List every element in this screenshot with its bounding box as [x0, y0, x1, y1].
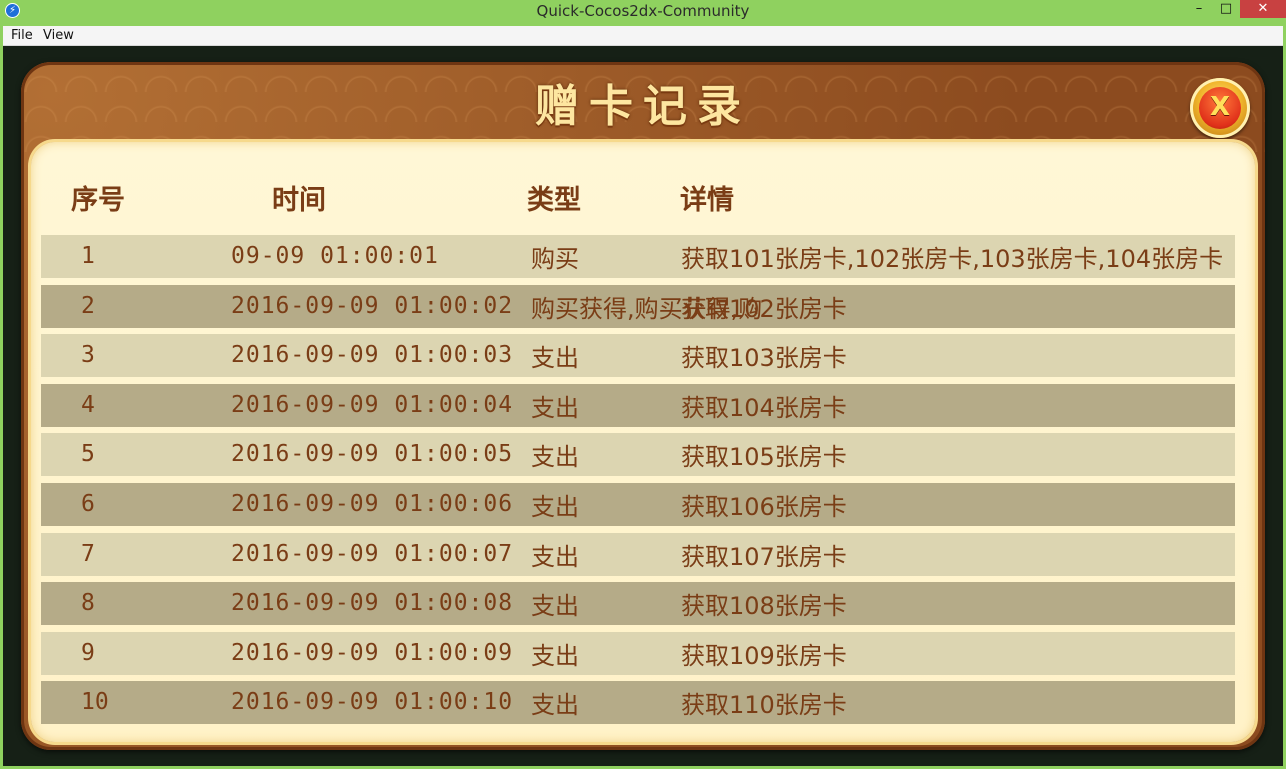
- dialog-title: 赠卡记录: [535, 81, 751, 132]
- row-type: 支出: [531, 493, 579, 521]
- row-number: 10: [81, 689, 109, 716]
- maximize-button[interactable]: □: [1216, 0, 1236, 18]
- row-number: 6: [81, 491, 95, 517]
- row-type: 支出: [531, 393, 579, 422]
- close-window-button[interactable]: ✕: [1240, 0, 1286, 18]
- row-number: 3: [81, 342, 95, 369]
- row-type: 支出: [531, 542, 579, 571]
- window-title: Quick-Cocos2dx-Community: [536, 2, 750, 20]
- row-detail: 获取109张房卡: [681, 641, 847, 670]
- row-detail: 获取101张房卡,102张房卡,103张房卡,104张房卡: [681, 245, 1224, 273]
- row-time: 2016-09-09 01:00:02: [231, 292, 514, 319]
- close-dialog-button[interactable]: X: [1190, 78, 1250, 138]
- table-row: 9 2016-09-09 01:00:09 支出 获取109张房卡: [41, 631, 1235, 675]
- row-type: 支出: [531, 641, 579, 670]
- menu-file[interactable]: File: [11, 28, 33, 43]
- row-time: 09-09 01:00:01: [231, 243, 439, 269]
- minimize-button[interactable]: –: [1189, 0, 1209, 18]
- header-type: 类型: [527, 185, 581, 216]
- row-type: 支出: [531, 344, 579, 373]
- row-type: 购买: [531, 245, 579, 273]
- row-detail: 获取103张房卡: [681, 344, 847, 373]
- row-time: 2016-09-09 01:00:07: [231, 540, 514, 567]
- row-time: 2016-09-09 01:00:10: [231, 689, 514, 716]
- row-time: 2016-09-09 01:00:03: [231, 342, 514, 369]
- row-number: 9: [81, 639, 95, 666]
- row-number: 1: [81, 243, 95, 269]
- row-time: 2016-09-09 01:00:09: [231, 639, 514, 666]
- row-detail: 获取107张房卡: [681, 542, 847, 571]
- table-row: 1 09-09 01:00:01 购买 获取101张房卡,102张房卡,103张房卡,…: [41, 235, 1235, 278]
- row-detail: 获取102张房卡: [681, 294, 847, 323]
- table-row: 7 2016-09-09 01:00:07 支出 获取107张房卡: [41, 532, 1235, 576]
- row-detail: 获取110张房卡: [681, 691, 847, 720]
- row-number: 2: [81, 292, 95, 319]
- row-detail: 获取105张房卡: [681, 443, 847, 472]
- header-number: 序号: [71, 185, 125, 216]
- header-detail: 详情: [680, 185, 734, 216]
- header-time: 时间: [272, 185, 326, 216]
- row-detail: 获取106张房卡: [681, 493, 847, 521]
- table-row: 8 2016-09-09 01:00:08 支出 获取108张房卡: [41, 582, 1235, 626]
- table-row: 10 2016-09-09 01:00:10 支出 获取110张房卡: [41, 681, 1235, 725]
- row-time: 2016-09-09 01:00:08: [231, 590, 514, 617]
- menu-view[interactable]: View: [43, 28, 74, 43]
- close-x-label: X: [1209, 92, 1231, 122]
- close-icon: X: [1199, 87, 1241, 129]
- row-time: 2016-09-09 01:00:06: [231, 491, 514, 517]
- row-type: 支出: [531, 592, 579, 621]
- row-type: 支出: [531, 691, 579, 720]
- row-number: 5: [81, 441, 95, 468]
- table-row: 6 2016-09-09 01:00:06 支出 获取106张房卡: [41, 483, 1235, 526]
- table-row: 5 2016-09-09 01:00:05 支出 获取105张房卡: [41, 433, 1235, 477]
- row-type: 支出: [531, 443, 579, 472]
- table-row: 4 2016-09-09 01:00:04 支出 获取104张房卡: [41, 383, 1235, 427]
- title-bar: ⚡ Quick-Cocos2dx-Community – □ ✕: [0, 0, 1286, 26]
- row-time: 2016-09-09 01:00:05: [231, 441, 514, 468]
- row-number: 7: [81, 540, 95, 567]
- table-row: 2 2016-09-09 01:00:02 购买获得,购买获得,购 获取102张房卡: [41, 284, 1235, 328]
- menu-bar: File View: [3, 26, 1283, 46]
- table-row: 3 2016-09-09 01:00:03 支出 获取103张房卡: [41, 334, 1235, 378]
- row-detail: 获取108张房卡: [681, 592, 847, 621]
- row-detail: 获取104张房卡: [681, 393, 847, 422]
- row-time: 2016-09-09 01:00:04: [231, 391, 514, 418]
- row-number: 8: [81, 590, 95, 617]
- row-number: 4: [81, 391, 95, 418]
